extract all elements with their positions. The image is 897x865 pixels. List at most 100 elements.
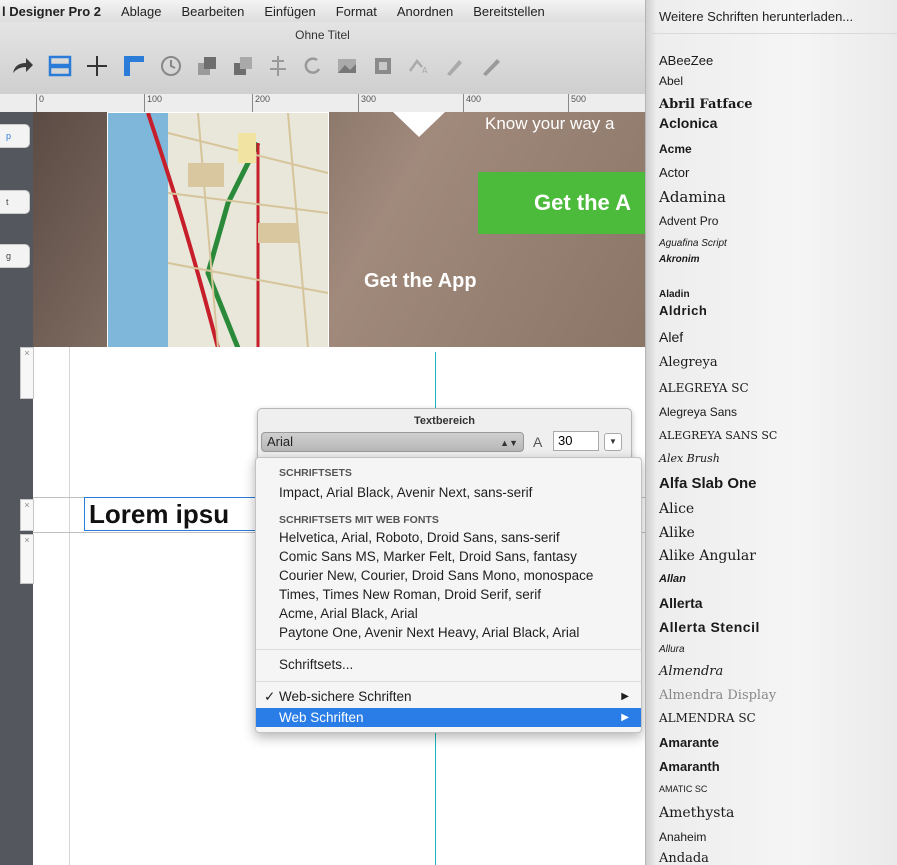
font-item[interactable]: Alike xyxy=(659,525,695,541)
toolbar-icons: A xyxy=(10,54,516,78)
menu-anordnen[interactable]: Anordnen xyxy=(397,4,453,19)
crop-icon[interactable] xyxy=(372,55,394,77)
font-item[interactable]: Allura xyxy=(659,644,685,655)
font-item[interactable]: Aladin xyxy=(659,289,690,300)
web-fonts-label: Web Schriften xyxy=(279,710,364,725)
send-backward-icon[interactable] xyxy=(232,55,254,77)
font-size-dropdown-icon[interactable]: ▼ xyxy=(604,433,622,451)
font-item[interactable]: ALEGREYA SANS SC xyxy=(659,429,777,442)
font-item[interactable]: ALEGREYA SC xyxy=(659,381,749,395)
font-item[interactable]: ALMENDRA SC xyxy=(659,711,756,725)
font-select-value: Arial xyxy=(267,434,294,449)
manage-font-sets-item[interactable]: Schriftsets... xyxy=(279,657,353,672)
toolbar: Ohne Titel A xyxy=(0,22,645,95)
font-item[interactable]: Alegreya Sans xyxy=(659,405,737,419)
get-app-button[interactable]: Get the A xyxy=(478,172,645,234)
font-item[interactable]: Amaranth xyxy=(659,759,720,774)
menu-bereitstellen[interactable]: Bereitstellen xyxy=(473,4,545,19)
font-item[interactable]: Andada xyxy=(659,851,709,865)
font-item[interactable]: Allerta Stencil xyxy=(659,619,760,635)
font-item[interactable]: Abril Fatface xyxy=(659,97,753,112)
menu-format[interactable]: Format xyxy=(336,4,377,19)
svg-text:A: A xyxy=(422,66,428,75)
hero-cta-text: Get the App xyxy=(364,270,477,292)
font-item[interactable]: Alike Angular xyxy=(659,548,756,564)
font-item[interactable]: Actor xyxy=(659,165,689,180)
bring-forward-icon[interactable] xyxy=(196,55,218,77)
clock-icon[interactable] xyxy=(160,55,182,77)
font-item[interactable]: Allan xyxy=(659,573,686,585)
margin-guide xyxy=(69,347,70,865)
menu-ablage[interactable]: Ablage xyxy=(121,4,161,19)
sidebar-tab-p[interactable]: p xyxy=(0,124,30,148)
hero-notch xyxy=(393,112,445,137)
row-handle[interactable]: × xyxy=(20,347,34,399)
font-select[interactable]: Arial ▲▼ xyxy=(261,432,524,452)
font-item[interactable]: Anaheim xyxy=(659,830,706,844)
font-size-icon: A xyxy=(533,434,543,450)
font-item[interactable]: Akronim xyxy=(659,254,700,265)
font-size-field[interactable]: 30 xyxy=(553,431,599,451)
font-item[interactable]: AMATIC SC xyxy=(659,784,707,794)
align-icon[interactable] xyxy=(268,55,288,77)
menu-bearbeiten[interactable]: Bearbeiten xyxy=(181,4,244,19)
font-dropdown-menu: SCHRIFTSETS Impact, Arial Black, Avenir … xyxy=(255,457,642,733)
hero-image: Know your way a Get the A Get the App xyxy=(33,112,645,347)
font-item[interactable]: Alef xyxy=(659,329,683,345)
menu-bar: l Designer Pro 2 Ablage Bearbeiten Einfü… xyxy=(0,0,645,23)
web-fonts-submenu: Weitere Schriften herunterladen... ABeeZ… xyxy=(645,0,897,865)
menu-divider xyxy=(256,681,641,682)
sidebar-tab-g[interactable]: g xyxy=(0,244,30,268)
websafe-fonts-label: Web-sichere Schriften xyxy=(279,689,412,704)
share-icon[interactable] xyxy=(10,55,34,77)
brush-icon[interactable] xyxy=(444,55,466,77)
horizontal-ruler[interactable]: 0 100 200 300 400 500 xyxy=(0,94,645,113)
checkmark-icon: ✓ xyxy=(264,689,276,704)
font-item[interactable]: Amethysta xyxy=(659,805,734,821)
sidebar-tab-t[interactable]: t xyxy=(0,190,30,214)
image-icon[interactable] xyxy=(336,55,358,77)
row-handle[interactable]: × xyxy=(20,534,34,584)
font-item[interactable]: Advent Pro xyxy=(659,214,718,228)
font-set-item[interactable]: Helvetica, Arial, Roboto, Droid Sans, sa… xyxy=(279,530,560,545)
rotate-icon[interactable] xyxy=(302,55,322,77)
menu-einfuegen[interactable]: Einfügen xyxy=(264,4,315,19)
font-item[interactable]: Aclonica xyxy=(659,115,717,131)
left-sidebar: p t g xyxy=(0,112,33,865)
websafe-fonts-item[interactable]: ✓ Web-sichere Schriften ▶ xyxy=(256,687,641,706)
font-item[interactable]: Aguafina Script xyxy=(659,238,727,249)
font-item[interactable]: Adamina xyxy=(659,188,726,206)
font-item[interactable]: ABeeZee xyxy=(659,53,713,68)
font-item[interactable]: Alice xyxy=(659,501,694,517)
map-roads xyxy=(146,113,328,347)
font-item[interactable]: Amarante xyxy=(659,735,719,750)
text-transform-icon[interactable]: A xyxy=(408,55,430,77)
font-item[interactable]: Alex Brush xyxy=(659,452,720,465)
font-set-item[interactable]: Courier New, Courier, Droid Sans Mono, m… xyxy=(279,568,593,583)
font-set-item[interactable]: Times, Times New Roman, Droid Serif, ser… xyxy=(279,587,541,602)
font-item[interactable]: Alegreya xyxy=(659,355,718,370)
layout-icon[interactable] xyxy=(48,55,72,77)
web-fonts-item[interactable]: Web Schriften ▶ xyxy=(256,708,641,727)
font-set-item[interactable]: Comic Sans MS, Marker Felt, Droid Sans, … xyxy=(279,549,577,564)
menu-divider xyxy=(256,649,641,650)
row-handle[interactable]: × xyxy=(20,499,34,531)
font-set-item[interactable]: Paytone One, Avenir Next Heavy, Arial Bl… xyxy=(279,625,579,640)
font-item[interactable]: Alfa Slab One xyxy=(659,475,757,492)
font-item[interactable]: Acme xyxy=(659,142,692,156)
ruler-icon[interactable] xyxy=(122,54,146,78)
font-set-item[interactable]: Acme, Arial Black, Arial xyxy=(279,606,418,621)
hero-tagline: Know your way a xyxy=(485,114,615,133)
font-item[interactable]: Allerta xyxy=(659,595,703,611)
move-icon[interactable] xyxy=(86,55,108,77)
download-more-fonts-item[interactable]: Weitere Schriften herunterladen... xyxy=(646,0,897,34)
font-set-item[interactable]: Impact, Arial Black, Avenir Next, sans-s… xyxy=(279,485,532,500)
font-item[interactable]: Aldrich xyxy=(659,303,707,318)
app-menu[interactable]: l Designer Pro 2 xyxy=(2,4,101,19)
font-item[interactable]: Almendra xyxy=(659,664,723,679)
magic-wand-icon[interactable] xyxy=(480,55,502,77)
font-item[interactable]: Almendra Display xyxy=(659,688,776,703)
font-item[interactable]: Abel xyxy=(659,74,683,88)
heading-text-box[interactable]: Lorem ipsu xyxy=(84,497,262,531)
submenu-arrow-icon: ▶ xyxy=(621,691,629,702)
